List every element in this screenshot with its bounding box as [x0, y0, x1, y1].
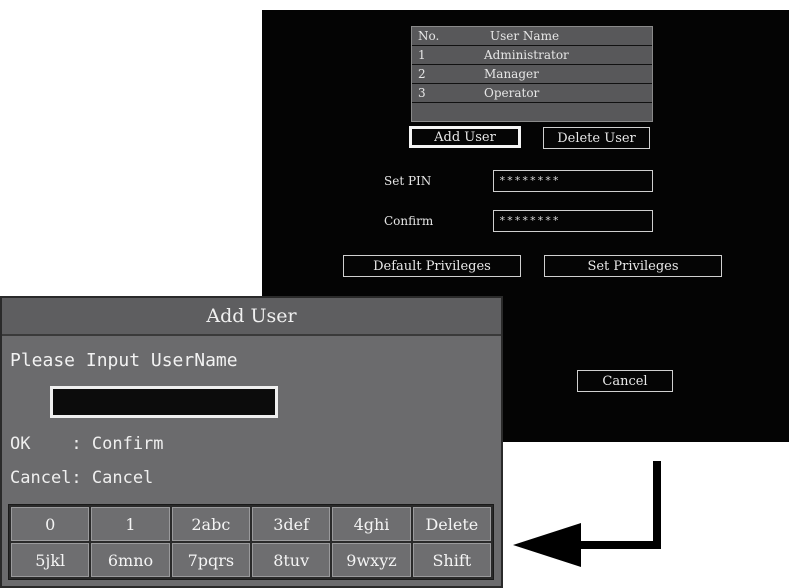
table-row[interactable]: 1 Administrator [412, 46, 652, 65]
table-row-empty[interactable] [412, 103, 652, 121]
set-pin-field[interactable]: ******** [493, 170, 653, 192]
ok-hint: OK : Confirm [10, 434, 164, 454]
dialog-title: Add User [2, 298, 501, 336]
row-no: 3 [418, 86, 426, 100]
username-prompt: Please Input UserName [10, 350, 238, 371]
key-7pqrs[interactable]: 7pqrs [171, 543, 250, 577]
row-name: Manager [484, 67, 539, 81]
key-8tuv[interactable]: 8tuv [252, 543, 331, 577]
delete-user-button[interactable]: Delete User [543, 127, 650, 149]
on-screen-keypad: 0 1 2abc 3def 4ghi Delete 5jkl 6mno 7pqr… [8, 504, 494, 580]
key-5jkl[interactable]: 5jkl [11, 543, 90, 577]
key-0[interactable]: 0 [11, 507, 90, 541]
cancel-hint: Cancel: Cancel [10, 468, 154, 488]
key-6mno[interactable]: 6mno [91, 543, 170, 577]
header-user-name: User Name [490, 29, 560, 43]
row-no [412, 103, 444, 121]
cancel-button[interactable]: Cancel [577, 370, 673, 392]
table-header: No. User Name [412, 27, 652, 46]
key-4ghi[interactable]: 4ghi [332, 507, 411, 541]
username-input[interactable] [50, 386, 278, 418]
key-delete[interactable]: Delete [412, 507, 491, 541]
key-9wxyz[interactable]: 9wxyz [332, 543, 411, 577]
table-row[interactable]: 3 Operator [412, 84, 652, 103]
add-user-dialog: Add User Please Input UserName OK : Conf… [0, 296, 503, 588]
default-privileges-button[interactable]: Default Privileges [343, 255, 521, 277]
add-user-button[interactable]: Add User [409, 126, 521, 148]
key-1[interactable]: 1 [91, 507, 170, 541]
table-row[interactable]: 2 Manager [412, 65, 652, 84]
key-3def[interactable]: 3def [252, 507, 331, 541]
key-2abc[interactable]: 2abc [171, 507, 250, 541]
set-privileges-button[interactable]: Set Privileges [544, 255, 722, 277]
row-no: 1 [418, 48, 426, 62]
confirm-pin-field[interactable]: ******** [493, 210, 653, 232]
row-no: 2 [418, 67, 426, 81]
arrow-left-icon [513, 461, 661, 567]
confirm-label: Confirm [384, 214, 434, 228]
row-name: Administrator [484, 48, 569, 62]
set-pin-label: Set PIN [384, 174, 432, 188]
user-table: No. User Name 1 Administrator 2 Manager … [411, 26, 653, 122]
row-name: Operator [484, 86, 540, 100]
row-name [444, 103, 652, 121]
key-shift[interactable]: Shift [412, 543, 491, 577]
header-no: No. [418, 29, 440, 43]
